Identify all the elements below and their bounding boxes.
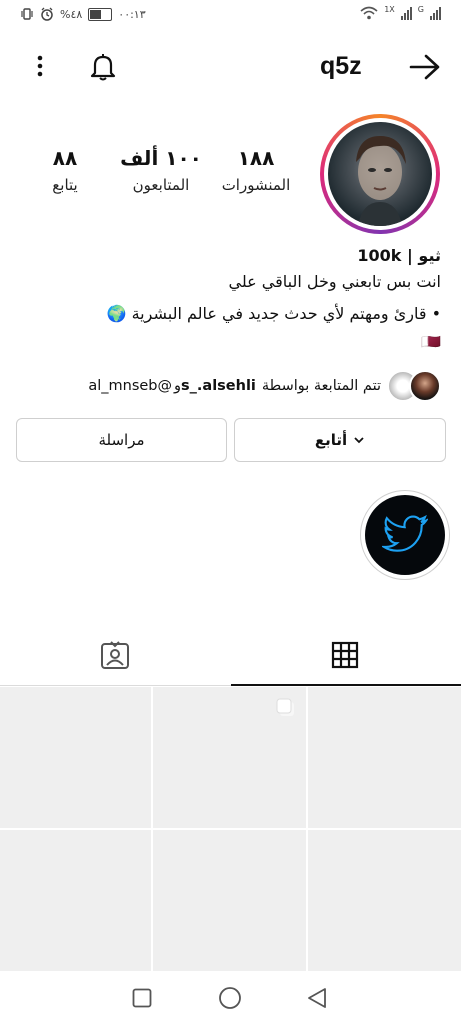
profile-tabs — [0, 628, 461, 686]
status-bar: ٠٠:١٣ ٤٨% 1X G — [0, 0, 461, 32]
profile-name: ثيو | 100k — [357, 246, 441, 265]
post-thumbnail[interactable] — [153, 830, 306, 971]
post-thumbnail[interactable] — [308, 830, 461, 971]
post-thumbnail[interactable] — [0, 687, 151, 828]
mutual-user-2[interactable]: al_mnseb@ — [88, 378, 172, 394]
network-type-1: 1X — [384, 5, 395, 14]
followers-count: ١٠٠ ألف — [120, 146, 202, 170]
notifications-button[interactable] — [88, 52, 118, 86]
twitter-bird-icon — [382, 515, 428, 552]
followed-by-connector: و — [174, 378, 182, 394]
status-time: ٠٠:١٣ — [118, 7, 146, 21]
post-thumbnail[interactable] — [0, 830, 151, 971]
chevron-down-icon — [354, 437, 364, 444]
alarm-icon — [41, 7, 53, 21]
posts-stat[interactable]: ١٨٨ المنشورات — [214, 146, 298, 194]
followers-stat[interactable]: ١٠٠ ألف المتابعون — [118, 146, 204, 194]
status-right: 1X G — [360, 5, 441, 20]
bio-flag: 🇶🇦 — [421, 332, 441, 351]
followers-label: المتابعون — [132, 176, 190, 194]
posts-label: المنشورات — [221, 176, 291, 194]
status-left: ٠٠:١٣ ٤٨% — [20, 7, 146, 21]
recents-button[interactable] — [132, 988, 152, 1012]
signal-icon-1 — [400, 7, 412, 20]
more-options-button[interactable] — [32, 54, 48, 84]
kebab-menu-icon — [37, 55, 43, 77]
triangle-back-icon — [308, 988, 326, 1008]
wifi-icon — [360, 6, 378, 20]
followed-by-prefix: تتم المتابعة بواسطة — [261, 378, 381, 394]
back-button[interactable] — [408, 52, 442, 86]
grid-icon — [331, 641, 359, 669]
profile-username: q5z — [320, 52, 362, 80]
battery-percent: ٤٨% — [60, 7, 83, 21]
following-count: ٨٨ — [52, 146, 78, 170]
posts-grid — [0, 687, 461, 971]
signal-icon-2 — [430, 7, 441, 20]
system-navigation-bar — [0, 972, 461, 1024]
bio-line-1: انت بس تابعني وخل الباقي علي — [228, 272, 441, 291]
bell-icon — [90, 54, 116, 81]
post-thumbnail[interactable] — [308, 687, 461, 828]
mutual-avatars — [387, 370, 441, 402]
arrow-right-icon — [409, 54, 440, 80]
following-stat[interactable]: ٨٨ يتابع — [30, 146, 100, 194]
network-type-2: G — [417, 5, 424, 14]
bio-line-2: • قارئ ومهتم لأي حدث جديد في عالم البشري… — [106, 304, 441, 323]
following-label: يتابع — [52, 176, 78, 194]
tab-grid[interactable] — [331, 641, 359, 673]
tagged-icon — [101, 641, 129, 669]
followed-by[interactable]: تتم المتابعة بواسطة s_.alsehli و al_mnse… — [16, 370, 441, 402]
mutual-user-1[interactable]: s_.alsehli — [181, 378, 256, 394]
vibrate-icon — [21, 8, 33, 20]
profile-avatar[interactable] — [320, 114, 440, 234]
multi-post-icon — [276, 698, 294, 716]
follow-button[interactable]: أتابع — [234, 418, 446, 462]
battery-icon — [88, 7, 113, 21]
home-button[interactable] — [218, 986, 242, 1014]
square-icon — [132, 988, 152, 1008]
avatar-image — [328, 122, 432, 226]
back-nav-button[interactable] — [306, 987, 328, 1013]
posts-count: ١٨٨ — [237, 146, 275, 170]
mutual-avatar-2 — [409, 370, 441, 402]
tab-tagged[interactable] — [100, 640, 130, 674]
story-highlight[interactable] — [360, 490, 450, 580]
message-button[interactable]: مراسلة — [16, 418, 227, 462]
circle-icon — [219, 987, 241, 1009]
follow-label: أتابع — [314, 431, 348, 449]
tab-active-indicator — [231, 684, 461, 686]
post-thumbnail[interactable] — [153, 687, 306, 828]
message-label: مراسلة — [98, 431, 145, 449]
